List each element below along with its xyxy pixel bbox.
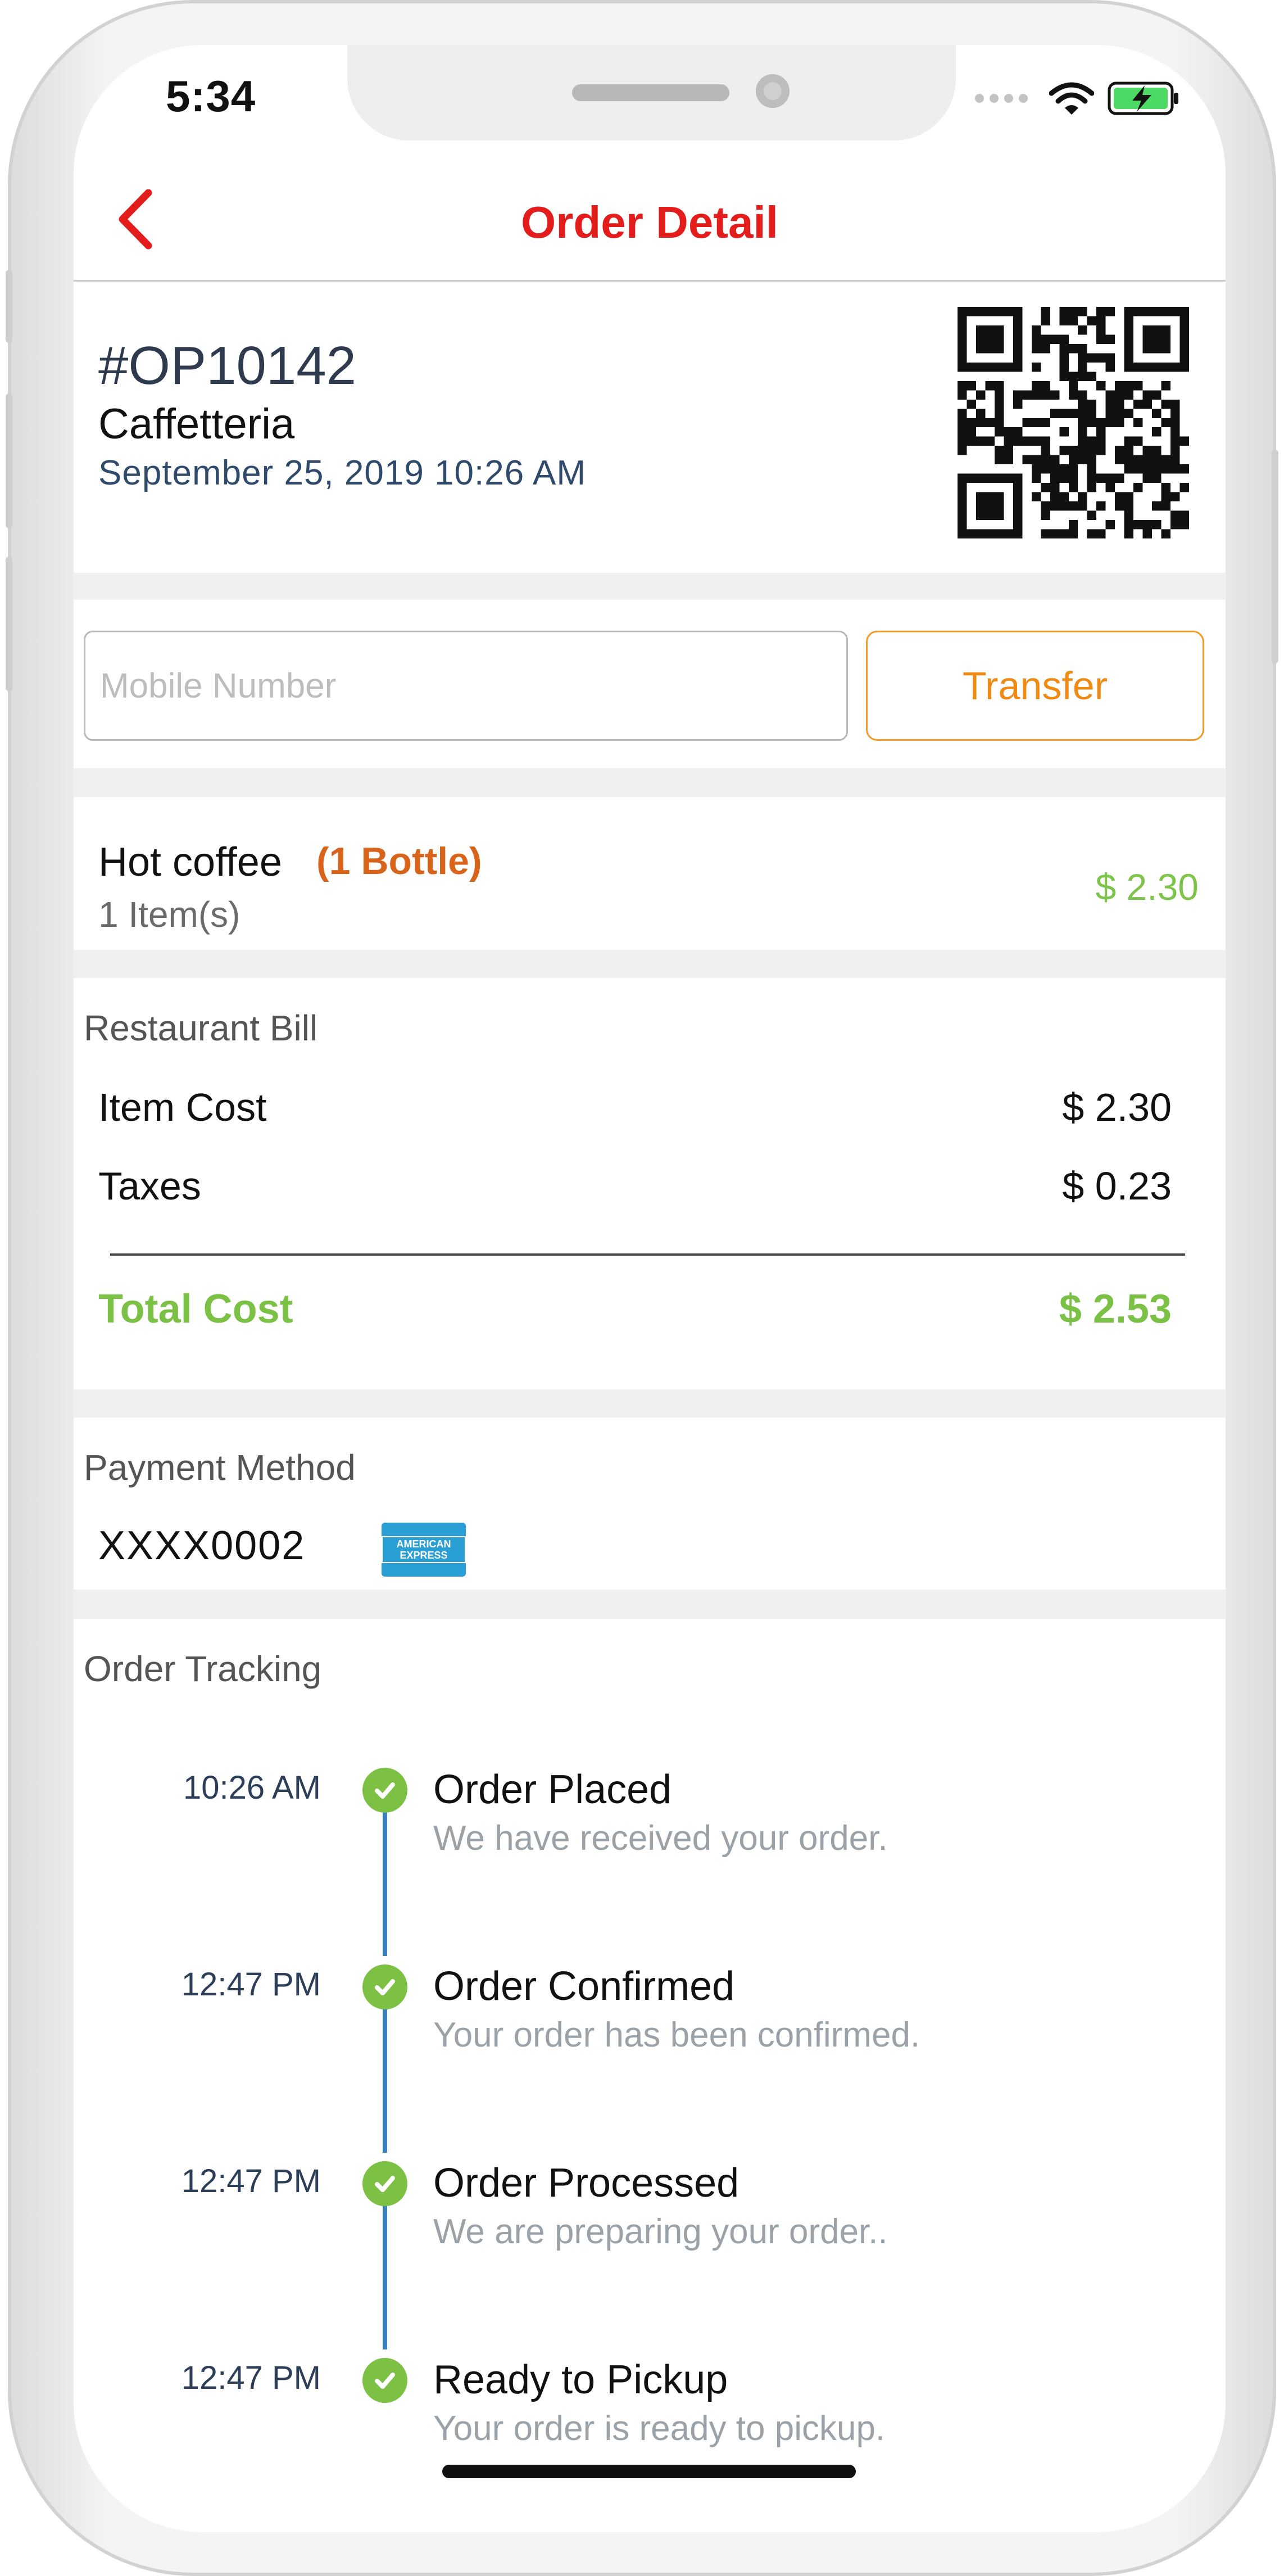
amex-card-icon: AMERICAN EXPRESS bbox=[382, 1523, 466, 1577]
battery-charging-icon bbox=[1108, 82, 1178, 115]
step-title: Ready to Pickup bbox=[433, 2357, 728, 2402]
bill-label: Restaurant Bill bbox=[84, 1008, 318, 1048]
bill-divider bbox=[110, 1253, 1185, 1256]
wifi-icon bbox=[1049, 82, 1094, 115]
total-label: Total Cost bbox=[98, 1287, 293, 1332]
bill-row-label: Item Cost bbox=[98, 1085, 267, 1129]
check-circle-icon bbox=[362, 1768, 407, 1813]
tracking-step-order-confirmed: 12:47 PM Order Confirmed Your order has … bbox=[74, 1959, 1226, 2071]
order-tracking: Order Tracking 10:26 AM Order Placed We … bbox=[74, 1619, 1226, 2532]
order-datetime: September 25, 2019 10:26 AM bbox=[98, 454, 587, 492]
power-button bbox=[1272, 450, 1278, 663]
phone-frame: 5:34 Order Detail #OP10142 Caffetteria S… bbox=[6, 0, 1278, 2576]
home-indicator[interactable] bbox=[442, 2465, 856, 2478]
bill-row-label: Taxes bbox=[98, 1164, 201, 1208]
signal-icon bbox=[975, 94, 1028, 103]
check-circle-icon bbox=[362, 1964, 407, 2009]
step-title: Order Placed bbox=[433, 1767, 672, 1812]
mute-switch bbox=[6, 270, 12, 343]
item-price: $ 2.30 bbox=[1095, 866, 1199, 908]
step-description: We are preparing your order.. bbox=[433, 2212, 888, 2251]
tracking-step-order-processed: 12:47 PM Order Processed We are preparin… bbox=[74, 2156, 1226, 2268]
item-quantity: (1 Bottle) bbox=[316, 840, 482, 882]
item-name: Hot coffee bbox=[98, 840, 282, 885]
transfer-button[interactable]: Transfer bbox=[866, 631, 1204, 741]
step-title: Order Confirmed bbox=[433, 1964, 735, 2009]
status-time: 5:34 bbox=[166, 71, 256, 121]
status-icons bbox=[974, 79, 1181, 118]
tracking-label: Order Tracking bbox=[84, 1649, 322, 1689]
bill-row-taxes: Taxes $ 0.23 bbox=[98, 1163, 1172, 1208]
navigation-bar: Order Detail bbox=[74, 157, 1226, 282]
volume-up-button bbox=[6, 393, 12, 528]
step-description: Your order has been confirmed. bbox=[433, 2016, 920, 2054]
transfer-section: Transfer bbox=[74, 600, 1226, 768]
qr-code[interactable] bbox=[958, 307, 1189, 538]
venue-name: Caffetteria bbox=[98, 400, 295, 448]
step-time: 12:47 PM bbox=[181, 2163, 321, 2199]
step-time: 10:26 AM bbox=[183, 1769, 321, 1806]
mobile-number-input[interactable] bbox=[84, 631, 848, 741]
step-time: 12:47 PM bbox=[181, 2360, 321, 2396]
card-brand: AMERICAN EXPRESS bbox=[382, 1536, 466, 1563]
order-header: #OP10142 Caffetteria September 25, 2019 … bbox=[74, 282, 1226, 573]
tracking-step-order-placed: 10:26 AM Order Placed We have received y… bbox=[74, 1762, 1226, 1875]
payment-label: Payment Method bbox=[84, 1447, 356, 1488]
order-item: Hot coffee (1 Bottle) 1 Item(s) $ 2.30 bbox=[74, 797, 1226, 950]
step-description: Your order is ready to pickup. bbox=[433, 2409, 886, 2448]
bill-row-item-cost: Item Cost $ 2.30 bbox=[98, 1085, 1172, 1130]
bill-row-value: $ 0.23 bbox=[1062, 1164, 1172, 1208]
order-id: #OP10142 bbox=[98, 336, 357, 396]
step-time: 12:47 PM bbox=[181, 1966, 321, 2003]
bill-total-row: Total Cost $ 2.53 bbox=[98, 1286, 1172, 1332]
payment-method: Payment Method XXXX0002 AMERICAN EXPRESS bbox=[74, 1418, 1226, 1590]
total-value: $ 2.53 bbox=[1059, 1287, 1172, 1332]
step-description: We have received your order. bbox=[433, 1819, 888, 1858]
notch bbox=[347, 45, 956, 141]
check-circle-icon bbox=[362, 2358, 407, 2403]
check-circle-icon bbox=[362, 2161, 407, 2206]
item-count: 1 Item(s) bbox=[98, 894, 241, 935]
speaker-grille bbox=[572, 84, 729, 101]
front-camera bbox=[756, 74, 790, 108]
step-title: Order Processed bbox=[433, 2161, 739, 2206]
volume-down-button bbox=[6, 556, 12, 691]
bill-row-value: $ 2.30 bbox=[1062, 1085, 1172, 1129]
page-title: Order Detail bbox=[521, 197, 778, 247]
restaurant-bill: Restaurant Bill Item Cost $ 2.30 Taxes $… bbox=[74, 978, 1226, 1389]
app-screen: 5:34 Order Detail #OP10142 Caffetteria S… bbox=[74, 45, 1226, 2532]
tracking-step-ready-to-pickup: 12:47 PM Ready to Pickup Your order is r… bbox=[74, 2352, 1226, 2465]
card-number: XXXX0002 bbox=[98, 1523, 306, 1568]
